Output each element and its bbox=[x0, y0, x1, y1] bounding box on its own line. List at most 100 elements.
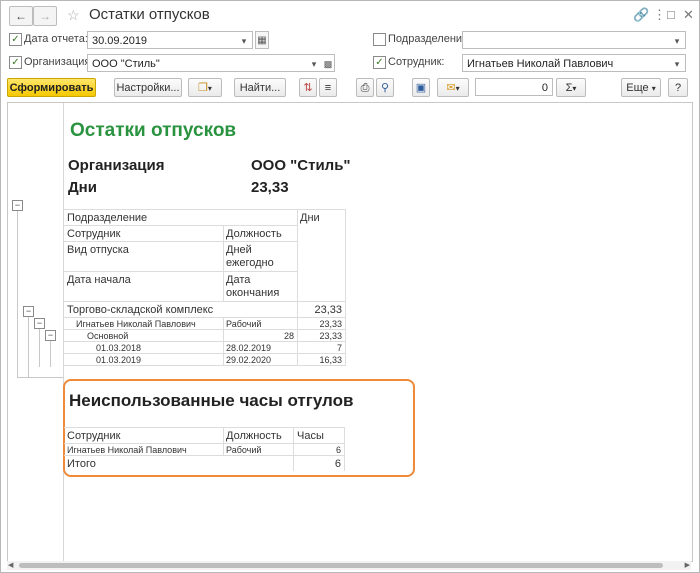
filter-row-2: ✓ Организация: ООО "Стиль" ▾ ▩ ✓ Сотрудн… bbox=[1, 52, 699, 74]
settings-button[interactable]: Настройки... bbox=[114, 78, 182, 97]
help-button[interactable]: ? bbox=[668, 78, 688, 97]
period1-days: 7 bbox=[336, 343, 342, 353]
print-button[interactable]: ⎙ bbox=[356, 78, 374, 97]
employee-input[interactable]: Игнатьев Николай Павлович ▾ bbox=[462, 54, 686, 72]
back-button[interactable]: ← bbox=[9, 6, 33, 26]
col-end-date-2: окончания bbox=[226, 287, 280, 299]
arrow-right-icon: → bbox=[39, 9, 51, 23]
generate-button[interactable]: Сформировать bbox=[7, 78, 96, 97]
employee-label: Сотрудник: bbox=[388, 56, 445, 68]
organization-checkbox[interactable]: ✓ bbox=[9, 56, 22, 69]
sort-icon: ⇅ bbox=[303, 82, 313, 94]
variants-button[interactable]: ❐▾ bbox=[188, 78, 222, 97]
chevron-down-icon[interactable]: ▾ bbox=[238, 33, 250, 49]
employee-value: Игнатьев Николай Павлович bbox=[467, 58, 614, 70]
forward-button[interactable]: → bbox=[33, 6, 57, 26]
report-document[interactable]: − − − − Остатки отпусков Организация ООО… bbox=[7, 102, 693, 562]
arrow-left-icon: ← bbox=[15, 9, 27, 23]
collapse-group-icon[interactable]: − bbox=[45, 330, 56, 341]
calendar-icon: ▦ bbox=[257, 35, 267, 46]
organization-label: Организация: bbox=[24, 56, 94, 68]
toolbar: Сформировать Настройки... ❐▾ Найти... ⇅ … bbox=[1, 78, 699, 100]
chevron-down-icon[interactable]: ▾ bbox=[308, 56, 320, 72]
col-days: Дни bbox=[300, 212, 320, 224]
report-date-checkbox[interactable]: ✓ bbox=[9, 33, 22, 46]
envelope-icon: ✉ bbox=[446, 82, 456, 94]
tree-line bbox=[17, 377, 63, 378]
save-icon: ▣ bbox=[415, 82, 427, 94]
collapse-group-icon[interactable]: − bbox=[23, 306, 34, 317]
scroll-right-icon[interactable]: ▶ bbox=[685, 561, 690, 569]
printer-icon: ⎙ bbox=[360, 82, 370, 94]
s2-col-employee: Сотрудник bbox=[67, 430, 121, 442]
maximize-icon[interactable]: □ bbox=[667, 7, 675, 22]
organization-input[interactable]: ООО "Стиль" ▾ ▩ bbox=[87, 54, 335, 72]
s2-row-employee: Игнатьев Николай Павлович bbox=[67, 445, 187, 455]
group-button[interactable]: ≡ bbox=[319, 78, 337, 97]
window-title: Остатки отпусков bbox=[89, 6, 210, 23]
calendar-button[interactable]: ▦ bbox=[255, 31, 269, 49]
section2-title: Неиспользованные часы отгулов bbox=[69, 391, 354, 410]
sort-button[interactable]: ⇅ bbox=[299, 78, 317, 97]
col-position: Должность bbox=[226, 228, 282, 240]
period1-end: 28.02.2019 bbox=[226, 343, 272, 353]
preview-button[interactable]: ⚲ bbox=[376, 78, 394, 97]
send-button[interactable]: ✉▾ bbox=[437, 78, 469, 97]
period2-end: 29.02.2020 bbox=[226, 355, 272, 365]
s2-total-hours: 6 bbox=[334, 458, 341, 470]
copy-icon: ❐ bbox=[198, 82, 208, 94]
horizontal-scrollbar[interactable]: ◀ ▶ bbox=[7, 561, 691, 570]
tree-line bbox=[50, 339, 51, 367]
collapse-group-icon[interactable]: − bbox=[12, 200, 23, 211]
days-label: Дни bbox=[68, 179, 97, 196]
org-label: Организация bbox=[68, 157, 165, 174]
link-icon[interactable]: 🔗 bbox=[633, 7, 649, 23]
period2-days: 16,33 bbox=[319, 355, 342, 365]
scroll-left-icon[interactable]: ◀ bbox=[8, 561, 13, 569]
more-button[interactable]: Еще ▾ bbox=[621, 78, 661, 97]
chevron-down-icon: ▾ bbox=[651, 84, 656, 93]
s2-col-position: Должность bbox=[226, 430, 282, 442]
chevron-down-icon[interactable]: ▾ bbox=[671, 33, 683, 49]
group-icon: ≡ bbox=[324, 82, 332, 94]
col-employee: Сотрудник bbox=[67, 228, 121, 240]
org-value: ООО "Стиль" bbox=[251, 157, 351, 174]
period2-start: 01.03.2019 bbox=[96, 355, 142, 365]
chevron-down-icon: ▾ bbox=[572, 84, 577, 93]
col-start-date: Дата начала bbox=[67, 274, 131, 286]
favorite-star-icon[interactable]: ☆ bbox=[67, 7, 80, 24]
close-icon[interactable]: ✕ bbox=[683, 7, 694, 23]
save-button[interactable]: ▣ bbox=[412, 78, 430, 97]
open-icon[interactable]: ▩ bbox=[322, 56, 334, 72]
department-checkbox[interactable] bbox=[373, 33, 386, 46]
department-input[interactable]: ▾ bbox=[462, 31, 686, 49]
find-button[interactable]: Найти... bbox=[234, 78, 286, 97]
chevron-down-icon[interactable]: ▾ bbox=[671, 56, 683, 72]
employee-row-position: Рабочий bbox=[226, 319, 262, 329]
scrollbar-thumb[interactable] bbox=[19, 563, 663, 568]
col-days-annual-2: ежегодно bbox=[226, 257, 274, 269]
report-date-label: Дата отчета: bbox=[24, 33, 88, 45]
report-window: ← → ☆ Остатки отпусков 🔗 ⋮ □ ✕ ✓ Дата от… bbox=[0, 0, 700, 573]
department-row-days: 23,33 bbox=[314, 304, 342, 316]
period1-start: 01.03.2018 bbox=[96, 343, 142, 353]
group-gutter bbox=[63, 103, 64, 561]
chevron-down-icon: ▾ bbox=[455, 84, 460, 93]
employee-checkbox[interactable]: ✓ bbox=[373, 56, 386, 69]
report-date-value: 30.09.2019 bbox=[92, 35, 148, 47]
preview-icon: ⚲ bbox=[380, 82, 390, 94]
s2-row-hours: 6 bbox=[335, 445, 341, 455]
employee-row-name: Игнатьев Николай Павлович bbox=[76, 319, 196, 329]
s2-row-position: Рабочий bbox=[226, 445, 262, 455]
s2-col-hours: Часы bbox=[297, 430, 324, 442]
report-date-input[interactable]: 30.09.2019 ▾ bbox=[87, 31, 253, 49]
collapse-group-icon[interactable]: − bbox=[34, 318, 45, 329]
sum-value-field[interactable]: 0 bbox=[475, 78, 553, 96]
chevron-down-icon: ▾ bbox=[207, 84, 212, 93]
employee-row-days: 23,33 bbox=[319, 319, 342, 329]
col-end-date-1: Дата bbox=[226, 274, 251, 286]
more-icon[interactable]: ⋮ bbox=[653, 7, 666, 23]
sum-button[interactable]: Σ▾ bbox=[556, 78, 586, 97]
col-leave-type: Вид отпуска bbox=[67, 244, 129, 256]
col-department: Подразделение bbox=[67, 212, 148, 224]
